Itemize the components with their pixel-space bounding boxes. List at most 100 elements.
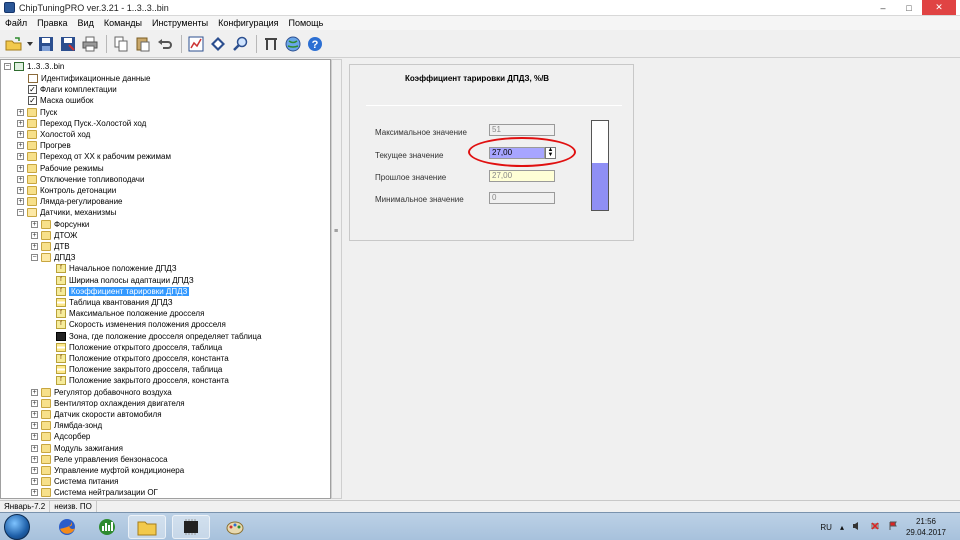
expand-icon[interactable]: +	[31, 243, 38, 250]
collapse-icon[interactable]: −	[17, 209, 24, 217]
tree-item[interactable]: Зона, где положение дросселя определяет …	[56, 331, 261, 342]
expand-icon[interactable]: +	[17, 131, 24, 138]
tree-item[interactable]: + Датчик скорости автомобиля	[31, 409, 162, 420]
clock[interactable]: 21:56 29.04.2017	[906, 516, 946, 538]
expand-icon[interactable]: +	[31, 444, 38, 452]
tree-item[interactable]: + Управление муфтой кондиционера	[31, 465, 184, 476]
tree-item[interactable]: + Адсорбер	[31, 431, 90, 442]
tree-item[interactable]: Положение закрытого дросселя, таблица	[56, 364, 222, 375]
expand-icon[interactable]: +	[31, 231, 38, 239]
tree-item[interactable]: + Холостой ход	[17, 129, 90, 140]
tree-item[interactable]: f Скорость изменения положения дросселя	[56, 319, 226, 330]
tree-item[interactable]: + Пуск	[17, 107, 57, 118]
tree-item[interactable]: + Прогрев	[17, 140, 71, 151]
tree-panel[interactable]: − 1..3..3..bin Идентификационные данные ✓…	[0, 59, 331, 499]
undo-icon[interactable]	[155, 34, 175, 54]
language-indicator[interactable]: RU	[820, 523, 832, 532]
collapse-icon[interactable]: −	[31, 254, 38, 262]
tree-item[interactable]: Положение открытого дросселя, таблица	[56, 342, 222, 353]
tree-item[interactable]: ✓ Флаги комплектации	[28, 84, 117, 95]
expand-icon[interactable]: +	[17, 108, 24, 116]
expand-icon[interactable]: +	[31, 455, 38, 463]
expand-icon[interactable]: +	[31, 489, 38, 497]
tree-item[interactable]: + Регулятор добавочного воздуха	[31, 387, 172, 398]
menu-view[interactable]: Вид	[73, 18, 99, 28]
tree-item[interactable]: f Начальное положение ДПДЗ	[56, 263, 177, 274]
expand-icon[interactable]: +	[31, 433, 38, 441]
collapse-icon[interactable]: −	[4, 63, 11, 70]
save-as-icon[interactable]	[58, 34, 78, 54]
tree-item[interactable]: − Датчики, механизмы	[17, 207, 116, 218]
tree-item[interactable]: f Положение открытого дросселя, константа	[56, 353, 229, 364]
expand-icon[interactable]: +	[31, 399, 38, 407]
open-icon[interactable]	[4, 34, 24, 54]
expand-icon[interactable]: +	[31, 388, 38, 396]
show-hidden-icons-icon[interactable]: ▴	[840, 523, 844, 532]
tree-item[interactable]: f Коэффициент тарировки ДПДЗ	[56, 286, 190, 297]
search-icon[interactable]	[230, 34, 250, 54]
explorer-icon[interactable]	[128, 515, 166, 539]
chip-icon[interactable]	[172, 515, 210, 539]
paste-icon[interactable]	[133, 34, 153, 54]
expand-icon[interactable]: +	[17, 198, 24, 206]
tree-item[interactable]: Идентификационные данные	[28, 73, 151, 84]
tree-item[interactable]: + Лямбда-зонд	[31, 420, 102, 431]
expand-icon[interactable]: +	[17, 142, 24, 150]
chart-icon[interactable]	[186, 34, 206, 54]
flag-icon[interactable]	[888, 521, 898, 533]
tree-item[interactable]: f Ширина полосы адаптации ДПДЗ	[56, 275, 194, 286]
splitter-grip-icon[interactable]: ≡	[334, 228, 339, 238]
expand-icon[interactable]: +	[31, 422, 38, 430]
tree-item[interactable]: + Рабочие режимы	[17, 163, 104, 174]
menu-help[interactable]: Помощь	[284, 18, 329, 28]
tools-icon[interactable]	[261, 34, 281, 54]
menu-commands[interactable]: Команды	[99, 18, 147, 28]
tree-item[interactable]: + Форсунки	[31, 219, 89, 230]
finance-icon[interactable]	[88, 515, 126, 539]
tree-item[interactable]: + Отключение топливоподачи	[17, 174, 144, 185]
tree-item[interactable]: − ДПДЗ	[31, 252, 75, 263]
print-icon[interactable]	[80, 34, 100, 54]
tree-item[interactable]: + Лямда-регулирование	[17, 196, 122, 207]
minimize-button[interactable]: ‒	[870, 0, 896, 15]
volume-icon[interactable]	[852, 521, 862, 533]
expand-icon[interactable]: +	[31, 478, 38, 486]
expand-icon[interactable]: +	[17, 119, 24, 127]
start-button[interactable]	[4, 514, 30, 540]
tree-item[interactable]: + Вентилятор охлаждения двигателя	[31, 398, 185, 409]
menu-tools[interactable]: Инструменты	[147, 18, 213, 28]
tree-item[interactable]: f Положение закрытого дросселя, константа	[56, 375, 229, 386]
expand-icon[interactable]: +	[17, 175, 24, 183]
network-icon[interactable]	[870, 521, 880, 533]
paint-icon[interactable]	[216, 515, 254, 539]
maximize-button[interactable]: □	[896, 0, 922, 15]
tree-item[interactable]: + Система нейтрализации ОГ	[31, 487, 158, 498]
dropdown-icon[interactable]	[26, 34, 34, 54]
close-button[interactable]: ✕	[922, 0, 956, 15]
tree-item[interactable]: + Реле управления бензонасоса	[31, 454, 168, 465]
tree-item[interactable]: Таблица квантования ДПДЗ	[56, 297, 173, 308]
menu-configuration[interactable]: Конфигурация	[213, 18, 283, 28]
tree-item[interactable]: f Максимальное положение дросселя	[56, 308, 204, 319]
tree-item[interactable]: + Переход Пуск.-Холостой ход	[17, 118, 146, 129]
tree-item[interactable]: ✓ Маска ошибок	[28, 95, 93, 106]
expand-icon[interactable]: +	[17, 153, 24, 161]
panel-splitter[interactable]: ≡	[331, 59, 342, 499]
tree-item[interactable]: + Система питания	[31, 476, 118, 487]
tree-item[interactable]: + Модуль зажигания	[31, 443, 123, 454]
copy-icon[interactable]	[111, 34, 131, 54]
expand-icon[interactable]: +	[31, 411, 38, 418]
tree-root[interactable]: − 1..3..3..bin	[4, 61, 64, 72]
globe-icon[interactable]	[283, 34, 303, 54]
tree-item[interactable]: + Переход от ХХ к рабочим режимам	[17, 151, 171, 162]
expand-icon[interactable]: +	[31, 220, 38, 228]
firefox-icon[interactable]	[48, 515, 86, 539]
menu-edit[interactable]: Правка	[32, 18, 72, 28]
help-icon[interactable]: ?	[305, 34, 325, 54]
expand-icon[interactable]: +	[17, 187, 24, 194]
tree-item[interactable]: + ДТОЖ	[31, 230, 77, 241]
tree-item[interactable]: + Контроль детонации	[17, 185, 116, 196]
menu-file[interactable]: Файл	[0, 18, 32, 28]
tree-item[interactable]: + ДТВ	[31, 241, 70, 252]
expand-icon[interactable]: +	[31, 467, 38, 474]
